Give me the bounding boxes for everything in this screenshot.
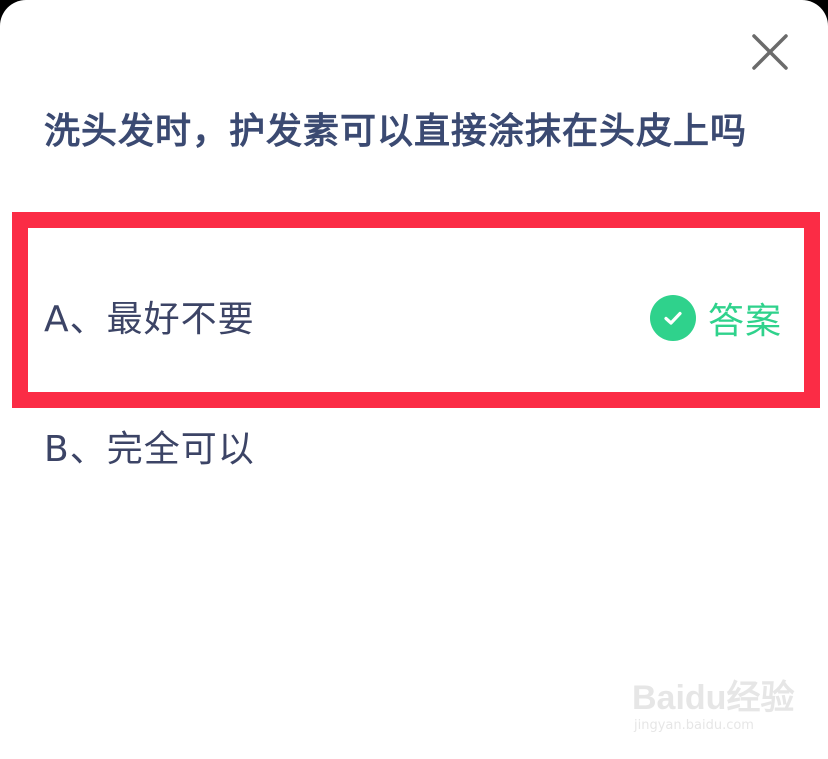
baidu-jingyan-watermark: Baidu经验 jingyan.baidu.com <box>632 668 795 744</box>
close-icon <box>752 34 788 70</box>
answer-tag: 答案 <box>649 292 782 344</box>
watermark-url: jingyan.baidu.com <box>634 718 754 733</box>
option-b-label: B、完全可以 <box>44 429 255 470</box>
option-b[interactable]: B、完全可以 <box>44 416 784 476</box>
watermark-logo: Baidu经验 <box>632 679 795 717</box>
question-title: 洗头发时，护发素可以直接涂抹在头皮上吗 <box>44 111 748 152</box>
answer-label: 答案 <box>707 301 782 342</box>
option-a[interactable]: A、最好不要 答案 <box>44 286 784 346</box>
check-icon <box>649 295 696 341</box>
close-button[interactable] <box>748 30 792 74</box>
quiz-sheet: 洗头发时，护发素可以直接涂抹在头皮上吗 A、最好不要 答案 B、完全可以 Bai… <box>0 0 828 759</box>
option-a-label: A、最好不要 <box>44 299 255 340</box>
